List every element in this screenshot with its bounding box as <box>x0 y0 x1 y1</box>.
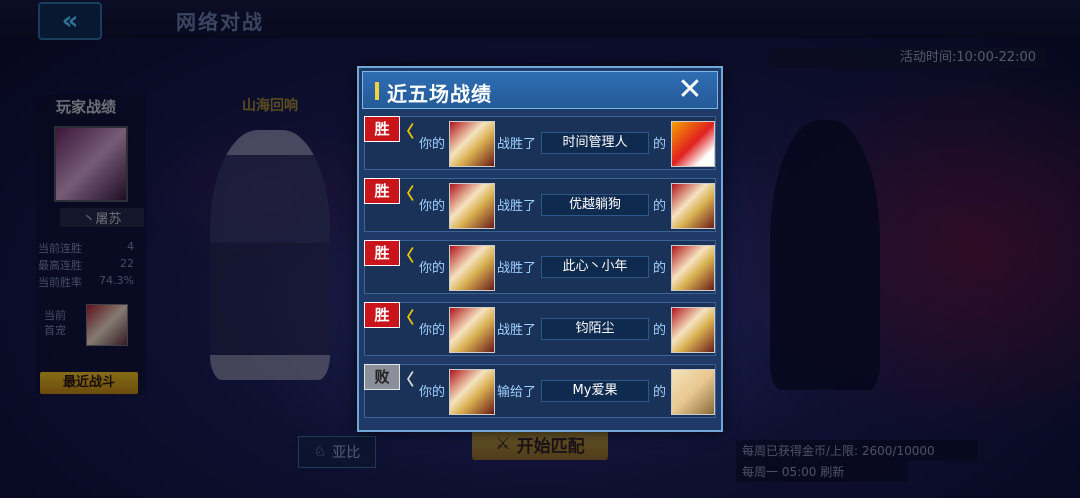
result-verb: 战胜了 <box>497 137 537 152</box>
result-badge: 胜〈 <box>364 302 414 328</box>
result-badge: 败〈 <box>364 364 414 390</box>
opponent-pet-avatar <box>671 307 715 353</box>
close-button[interactable]: ✕ <box>675 75 705 105</box>
possessive-label: 的 <box>653 137 667 152</box>
result-badge: 胜〈 <box>364 116 414 142</box>
arrow-icon: 〈 <box>398 246 415 265</box>
opponent-name[interactable]: 此心丶小年 <box>541 256 649 278</box>
battle-row: 胜〈 你的 战胜了 优越躺狗 的 <box>364 178 716 232</box>
your-label: 你的 <box>419 137 446 152</box>
opponent-pet-avatar <box>671 183 715 229</box>
possessive-label: 的 <box>653 199 667 214</box>
opponent-name[interactable]: 优越躺狗 <box>541 194 649 216</box>
recent-battles-dialog: 近五场战绩 ✕ 胜〈 你的 战胜了 时间管理人 的 胜〈 你的 战胜了 优越躺狗… <box>357 66 723 432</box>
arrow-icon: 〈 <box>398 370 415 389</box>
result-verb: 战胜了 <box>497 199 537 214</box>
your-pet-avatar <box>449 245 495 291</box>
your-pet-avatar <box>449 369 495 415</box>
your-label: 你的 <box>419 261 446 276</box>
opponent-name[interactable]: My爱果 <box>541 380 649 402</box>
opponent-pet-avatar <box>671 369 715 415</box>
arrow-icon: 〈 <box>398 184 415 203</box>
possessive-label: 的 <box>653 323 667 338</box>
result-badge: 胜〈 <box>364 240 414 266</box>
opponent-pet-avatar <box>671 245 715 291</box>
your-pet-avatar <box>449 307 495 353</box>
your-label: 你的 <box>419 199 446 214</box>
your-pet-avatar <box>449 183 495 229</box>
opponent-pet-avatar <box>671 121 715 167</box>
battle-row: 败〈 你的 输给了 My爱果 的 <box>364 364 716 418</box>
battle-list: 胜〈 你的 战胜了 时间管理人 的 胜〈 你的 战胜了 优越躺狗 的 胜〈 你的… <box>364 116 716 426</box>
opponent-name[interactable]: 钧陌尘 <box>541 318 649 340</box>
result-badge: 胜〈 <box>364 178 414 204</box>
battle-row: 胜〈 你的 战胜了 此心丶小年 的 <box>364 240 716 294</box>
result-verb: 战胜了 <box>497 323 537 338</box>
your-pet-avatar <box>449 121 495 167</box>
dialog-header: 近五场战绩 ✕ <box>362 71 718 109</box>
battle-row: 胜〈 你的 战胜了 时间管理人 的 <box>364 116 716 170</box>
opponent-name[interactable]: 时间管理人 <box>541 132 649 154</box>
arrow-icon: 〈 <box>398 308 415 327</box>
dialog-title: 近五场战绩 <box>387 82 492 106</box>
arrow-icon: 〈 <box>398 122 415 141</box>
battle-row: 胜〈 你的 战胜了 钧陌尘 的 <box>364 302 716 356</box>
possessive-label: 的 <box>653 385 667 400</box>
your-label: 你的 <box>419 323 446 338</box>
result-verb: 战胜了 <box>497 261 537 276</box>
header-accent-bar <box>375 82 379 100</box>
possessive-label: 的 <box>653 261 667 276</box>
your-label: 你的 <box>419 385 446 400</box>
close-icon: ✕ <box>677 72 703 107</box>
result-verb: 输给了 <box>497 385 537 400</box>
